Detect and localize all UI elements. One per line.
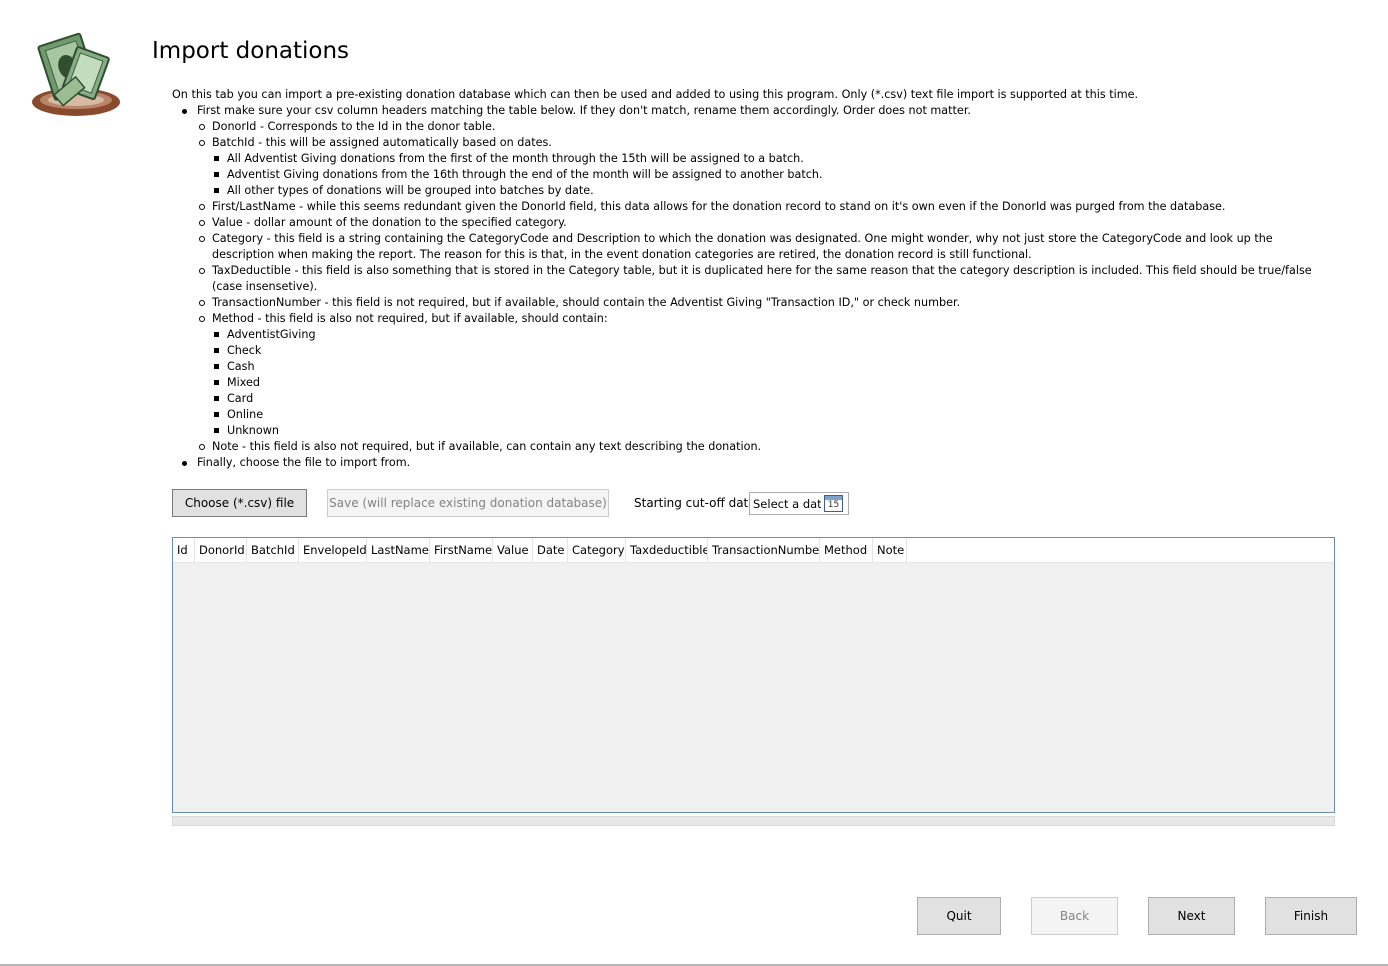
list-item: Finally, choose the file to import from. [172, 455, 1322, 471]
list-item: TaxDeductible - this field is also somet… [197, 263, 1322, 295]
list-item: Method - this field is also not required… [197, 311, 1322, 439]
list-item: Unknown [212, 423, 1322, 439]
column-header-category[interactable]: Category [568, 538, 626, 562]
list-item: First make sure your csv column headers … [172, 103, 1322, 455]
list-item: Online [212, 407, 1322, 423]
column-header-batchid[interactable]: BatchId [247, 538, 299, 562]
cutoff-date-picker[interactable]: Select a date 15 [749, 492, 849, 515]
money-on-plate-icon [30, 30, 122, 122]
batch-rule-list: All Adventist Giving donations from the … [212, 151, 1322, 199]
back-button[interactable]: Back [1031, 897, 1118, 935]
list-item: AdventistGiving [212, 327, 1322, 343]
list-item: Note - this field is also not required, … [197, 439, 1322, 455]
column-header-envelopeid[interactable]: EnvelopeId [299, 538, 367, 562]
list-item: All other types of donations will be gro… [212, 183, 1322, 199]
list-item: First/LastName - while this seems redund… [197, 199, 1322, 215]
table-header: Id DonorId BatchId EnvelopeId LastName F… [173, 538, 1334, 563]
list-item: TransactionNumber - this field is not re… [197, 295, 1322, 311]
date-input[interactable]: Select a date [753, 497, 821, 511]
column-header-id[interactable]: Id [173, 538, 195, 562]
list-item: Card [212, 391, 1322, 407]
batchid-text: BatchId - this will be assigned automati… [212, 136, 552, 149]
save-button[interactable]: Save (will replace existing donation dat… [327, 489, 609, 517]
column-header-taxdeductible[interactable]: Taxdeductible [626, 538, 708, 562]
list-item: DonorId - Corresponds to the Id in the d… [197, 119, 1322, 135]
column-header-note[interactable]: Note [873, 538, 907, 562]
column-header-date[interactable]: Date [533, 538, 568, 562]
method-list: AdventistGiving Check Cash Mixed Card On… [212, 327, 1322, 439]
horizontal-scrollbar[interactable] [172, 816, 1335, 826]
list-item: All Adventist Giving donations from the … [212, 151, 1322, 167]
column-header-firstname[interactable]: FirstName [430, 538, 493, 562]
list-item: Check [212, 343, 1322, 359]
list-item: Cash [212, 359, 1322, 375]
column-header-transactionnumber[interactable]: TransactionNumber [708, 538, 820, 562]
page-title: Import donations [152, 38, 350, 64]
calendar-day: 15 [827, 500, 840, 510]
intro-text: On this tab you can import a pre-existin… [172, 88, 1139, 101]
calendar-icon[interactable]: 15 [824, 495, 843, 512]
instruction-list: First make sure your csv column headers … [172, 103, 1322, 471]
next-button[interactable]: Next [1148, 897, 1235, 935]
method-text: Method - this field is also not required… [212, 312, 608, 325]
finish-button[interactable]: Finish [1265, 897, 1357, 935]
step1-text: First make sure your csv column headers … [197, 104, 971, 117]
column-header-lastname[interactable]: LastName [367, 538, 430, 562]
list-item: Mixed [212, 375, 1322, 391]
quit-button[interactable]: Quit [917, 897, 1001, 935]
column-header-method[interactable]: Method [820, 538, 873, 562]
choose-file-button[interactable]: Choose (*.csv) file [172, 489, 307, 517]
field-list: DonorId - Corresponds to the Id in the d… [197, 119, 1322, 455]
list-item: Value - dollar amount of the donation to… [197, 215, 1322, 231]
list-item: Category - this field is a string contai… [197, 231, 1322, 263]
column-header-value[interactable]: Value [493, 538, 533, 562]
instructions-text: On this tab you can import a pre-existin… [172, 87, 1322, 471]
column-header-donorid[interactable]: DonorId [195, 538, 247, 562]
list-item: BatchId - this will be assigned automati… [197, 135, 1322, 199]
donations-table[interactable]: Id DonorId BatchId EnvelopeId LastName F… [172, 537, 1335, 813]
list-item: Adventist Giving donations from the 16th… [212, 167, 1322, 183]
cutoff-date-label: Starting cut-off date: [634, 496, 760, 510]
